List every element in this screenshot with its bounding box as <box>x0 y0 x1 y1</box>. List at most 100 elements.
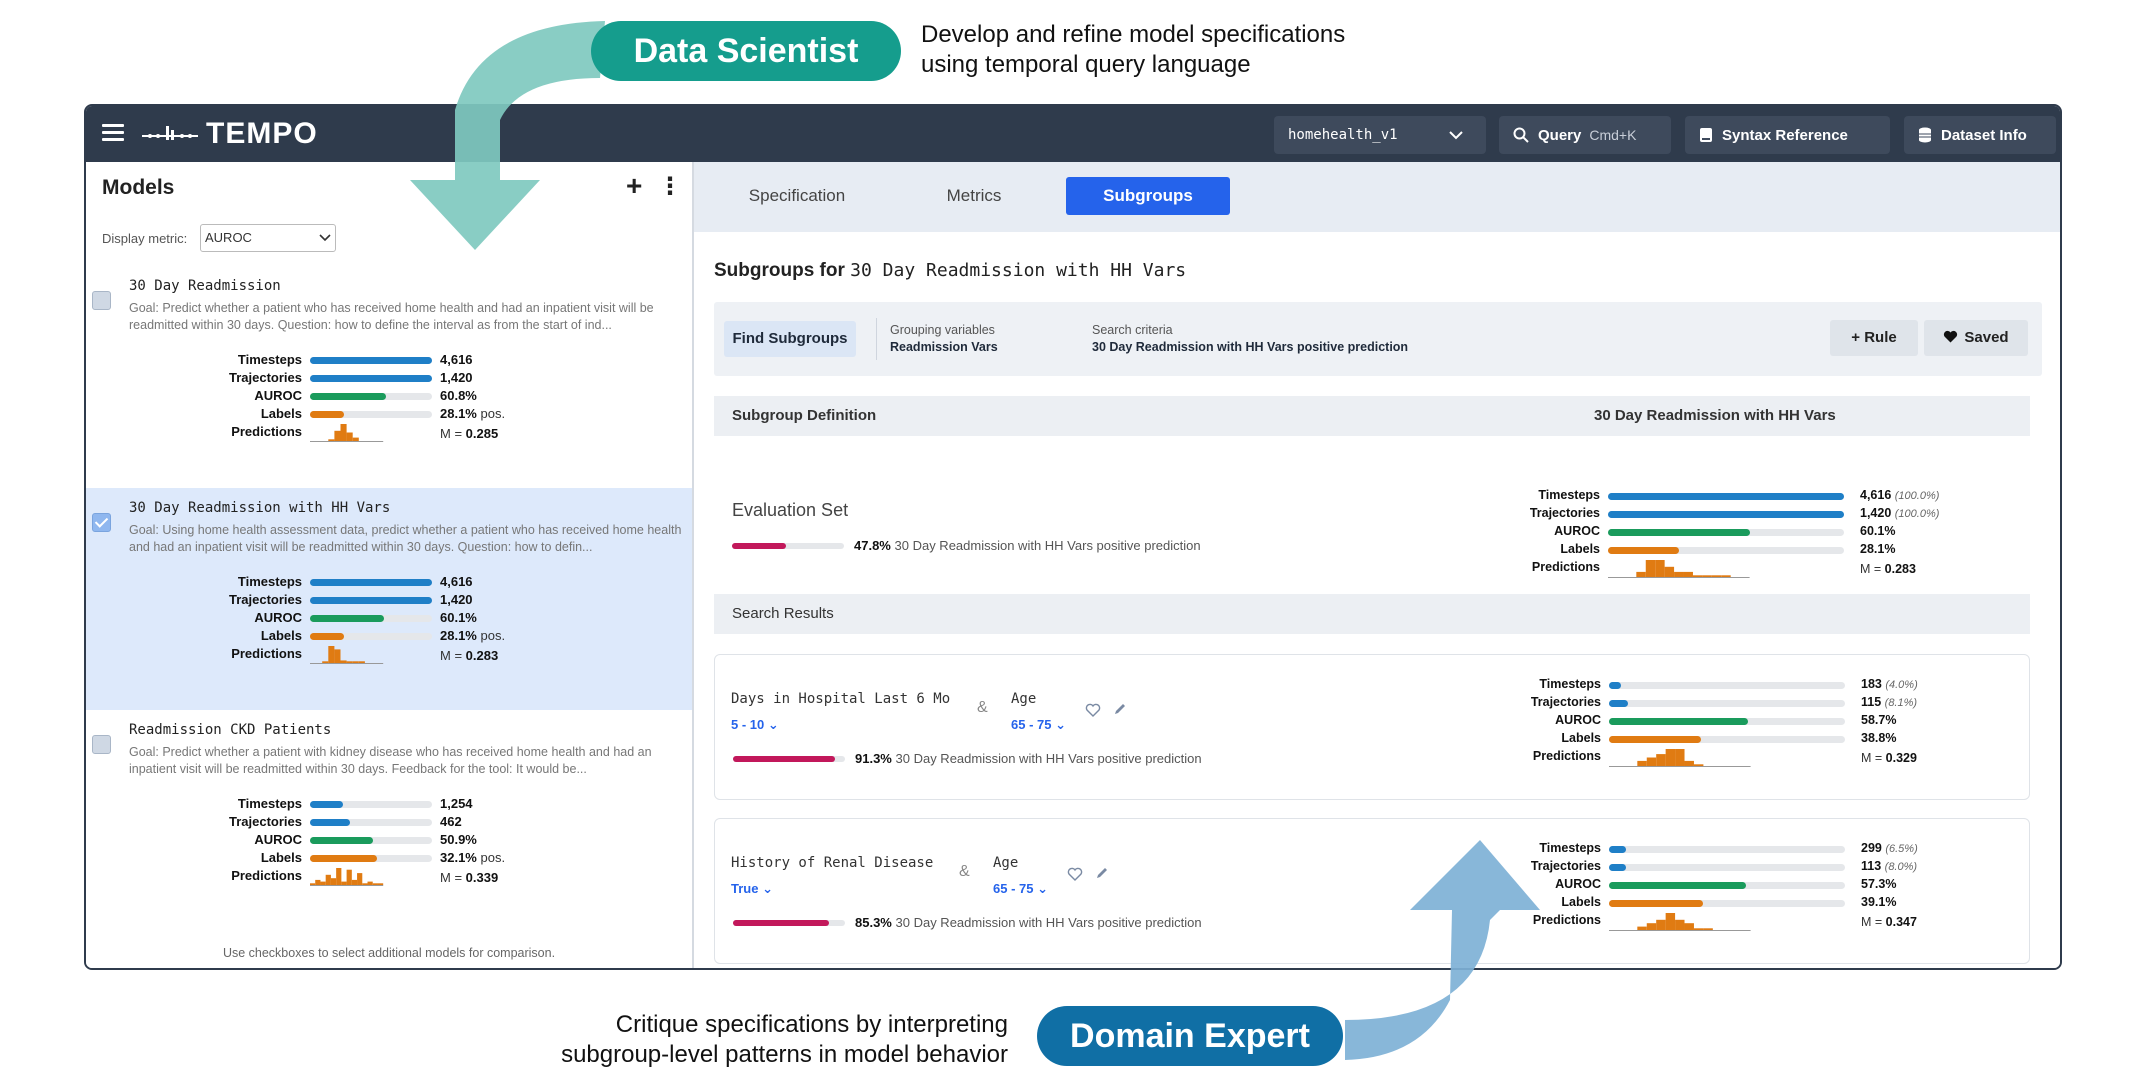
search-criteria-value: 30 Day Readmission with HH Vars positive… <box>1092 340 1409 354</box>
condition-value-dropdown[interactable]: True ⌄ <box>731 881 933 897</box>
prediction-text: 91.3% 30 Day Readmission with HH Vars po… <box>855 751 1202 766</box>
predictions-histogram <box>1609 749 1751 767</box>
predictions-mean: M = 0.329 <box>1861 751 1917 765</box>
metric-label: Timesteps <box>1539 841 1601 855</box>
auroc-value: 60.8% <box>440 388 477 403</box>
search-criteria-field[interactable]: Search criteria 30 Day Readmission with … <box>1092 323 1408 354</box>
dataset-select[interactable]: homehealth_v1 <box>1274 116 1486 154</box>
metric-label: Labels <box>1561 895 1601 909</box>
auroc-bar <box>310 615 432 622</box>
saved-button[interactable]: Saved <box>1924 320 2028 356</box>
search-icon <box>1513 127 1529 143</box>
page-title-model: 30 Day Readmission with HH Vars <box>850 260 1187 281</box>
metric-row-auroc: AUROC 50.9% <box>176 832 626 850</box>
metric-row-auroc: AUROC 57.3% <box>1475 877 1925 895</box>
model-checkbox[interactable] <box>92 735 111 754</box>
metric-value: 4,616 <box>1860 488 1892 502</box>
pencil-icon[interactable] <box>1113 702 1127 716</box>
metric-row-auroc: AUROC 58.7% <box>1475 713 1925 731</box>
book-icon <box>1700 128 1712 142</box>
metric-label: Predictions <box>231 424 302 439</box>
subgroup-definition-header: Subgroup Definition 30 Day Readmission w… <box>714 396 2030 436</box>
grouping-variables-field[interactable]: Grouping variables Readmission Vars <box>890 323 998 354</box>
histogram-bar <box>1684 760 1694 766</box>
model-card[interactable]: Readmission CKD Patients Goal: Predict wh… <box>86 710 692 932</box>
metric-label: Timesteps <box>1538 488 1600 502</box>
page-title-prefix: Subgroups for <box>714 260 845 281</box>
query-button[interactable]: Query Cmd+K <box>1499 116 1671 154</box>
metric-label: Timesteps <box>237 796 302 811</box>
evaluation-set-row: Evaluation Set 47.8% 30 Day Readmission … <box>714 442 2030 592</box>
model-checkbox[interactable] <box>92 291 111 310</box>
histogram-bar <box>340 424 347 441</box>
add-model-button[interactable]: + <box>626 170 642 202</box>
models-title: Models <box>102 176 175 199</box>
metric-label: Timesteps <box>237 352 302 367</box>
find-subgroups-button[interactable]: Find Subgroups <box>724 321 856 357</box>
chevron-down-icon: ⌄ <box>762 881 773 896</box>
tab-metrics[interactable]: Metrics <box>904 177 1044 215</box>
main-panel: Specification Metrics Subgroups Subgroup… <box>694 162 2060 968</box>
prediction-description: 30 Day Readmission with HH Vars positive… <box>895 751 1202 766</box>
metric-row-labels: Labels 28.1% pos. <box>176 406 626 424</box>
labels-value: 28.1% pos. <box>440 406 505 421</box>
subgroup-result-card[interactable]: Days in Hospital Last 6 Mo 5 - 10 ⌄ & Ag… <box>714 654 2030 800</box>
prediction-description: 30 Day Readmission with HH Vars positive… <box>895 915 1202 930</box>
metric-value: 1,420 <box>440 592 473 607</box>
add-rule-button[interactable]: + Rule <box>1830 320 1918 356</box>
metric-percent-of-total: (4.0%) <box>1885 679 1918 691</box>
metric-label: Trajectories <box>229 814 302 829</box>
histogram-bar <box>341 881 347 885</box>
metric-row-trajectories: Trajectories 113 (8.0%) <box>1475 859 1925 877</box>
histogram-bar <box>1637 926 1647 930</box>
model-checkbox[interactable] <box>92 513 111 532</box>
condition-value-dropdown[interactable]: 65 - 75 ⌄ <box>1011 717 1066 733</box>
metric-label: Trajectories <box>1530 695 1601 709</box>
auroc-bar-fill <box>1608 529 1750 536</box>
metric-label: Trajectories <box>229 592 302 607</box>
histogram-bar <box>346 432 353 441</box>
histogram-bar <box>1711 575 1722 577</box>
chevron-down-icon: ⌄ <box>1037 881 1049 896</box>
display-metric-select[interactable]: AUROC <box>200 224 336 252</box>
metric-label: AUROC <box>254 832 302 847</box>
subgroup-result-card[interactable]: History of Renal Disease True ⌄ & Age 65… <box>714 818 2030 964</box>
condition-name: Age <box>993 855 1019 871</box>
model-card[interactable]: 30 Day Readmission with HH Vars Goal: Usi… <box>86 488 692 710</box>
heart-outline-icon[interactable] <box>1067 867 1083 881</box>
pencil-icon[interactable] <box>1095 866 1109 880</box>
metric-row-trajectories: Trajectories 115 (8.1%) <box>1475 695 1925 713</box>
metric-row-auroc: AUROC 60.1% <box>1474 524 1924 542</box>
metric-value: 28.1% <box>440 406 477 421</box>
mean-prefix: M = <box>440 870 466 885</box>
labels-bar-fill <box>310 411 345 418</box>
model-name[interactable]: 30 Day Readmission with HH Vars <box>129 500 390 516</box>
menu-icon[interactable] <box>102 120 124 146</box>
model-name[interactable]: Readmission CKD Patients <box>129 722 331 738</box>
models-sidebar: Models + ⋮ Display metric: AUROC 30 Day … <box>86 162 694 968</box>
histogram-bar <box>336 868 342 885</box>
condition-value-dropdown[interactable]: 65 - 75 ⌄ <box>993 881 1048 897</box>
dataset-info-button[interactable]: Dataset Info <box>1904 116 2056 154</box>
labels-value: 32.1% pos. <box>440 850 505 865</box>
condition-value-dropdown[interactable]: 5 - 10 ⌄ <box>731 717 950 733</box>
tab-subgroups[interactable]: Subgroups <box>1066 177 1230 215</box>
labels-bar-fill <box>1609 900 1704 907</box>
labels-bar <box>1608 547 1844 554</box>
prediction-bar-fill <box>732 543 786 549</box>
syntax-reference-button[interactable]: Syntax Reference <box>1685 116 1890 154</box>
model-card[interactable]: 30 Day Readmission Goal: Predict whether … <box>86 266 692 488</box>
heart-outline-icon[interactable] <box>1085 703 1101 717</box>
histogram-bar <box>1646 923 1657 930</box>
model-name[interactable]: 30 Day Readmission <box>129 278 281 294</box>
histogram-bar <box>357 873 363 885</box>
more-options-icon[interactable]: ⋮ <box>658 172 682 201</box>
predictions-histogram <box>310 646 384 664</box>
trajectories-value: 113 (8.0%) <box>1861 859 1917 873</box>
histogram-bar <box>1656 919 1666 930</box>
histogram-bar <box>315 879 321 885</box>
auroc-bar-fill <box>1609 882 1746 889</box>
labels-suffix: pos. <box>476 850 506 865</box>
metric-value: 462 <box>440 814 462 829</box>
tab-specification[interactable]: Specification <box>722 177 872 215</box>
